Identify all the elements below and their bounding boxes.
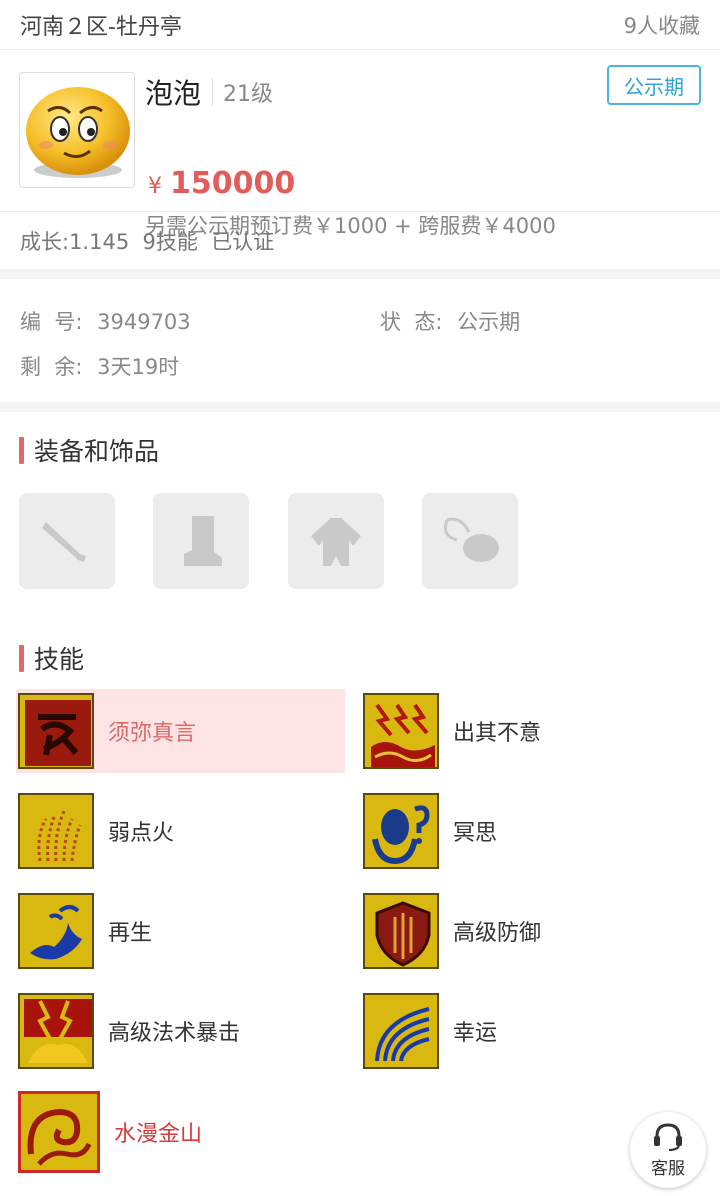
status-label: 状 态: bbox=[380, 310, 443, 334]
advanced-defense-icon bbox=[363, 893, 439, 969]
header-bar: 河南２区-牡丹亭 9人收藏 bbox=[0, 0, 720, 50]
status-value: 公示期 bbox=[457, 310, 521, 334]
equipment-slot-armor[interactable] bbox=[288, 493, 384, 589]
skill-item[interactable]: 出其不意 bbox=[361, 689, 691, 773]
sumeru-mantra-icon bbox=[18, 693, 94, 769]
skill-label: 须弥真言 bbox=[108, 721, 197, 746]
divider bbox=[0, 402, 720, 412]
status-badge: 公示期 bbox=[607, 65, 701, 105]
customer-service-button[interactable]: 客服 bbox=[630, 1112, 706, 1188]
customer-service-label: 客服 bbox=[651, 1158, 685, 1179]
title-marker bbox=[19, 436, 24, 464]
skill-item[interactable]: 高级防御 bbox=[361, 889, 691, 973]
skill-item[interactable]: 须弥真言 bbox=[16, 689, 345, 773]
skill-label: 出其不意 bbox=[453, 721, 542, 746]
title-marker bbox=[19, 644, 24, 672]
divider bbox=[0, 269, 720, 279]
advanced-magic-crit-icon bbox=[18, 993, 94, 1069]
skill-item[interactable]: 弱点火 bbox=[16, 789, 346, 873]
meditation-icon bbox=[363, 793, 439, 869]
skill-item[interactable]: 冥思 bbox=[361, 789, 691, 873]
headset-icon bbox=[654, 1122, 682, 1151]
pet-growth-summary: 成长:1.145 9技能 已认证 bbox=[0, 211, 720, 269]
weapon-icon bbox=[42, 522, 86, 562]
divider bbox=[212, 78, 213, 106]
skill-item[interactable]: 高级法术暴击 bbox=[16, 989, 346, 1073]
bubble-face-icon bbox=[26, 87, 130, 178]
luck-icon bbox=[363, 993, 439, 1069]
remaining-row: 剩 余: 3天19时 bbox=[20, 351, 179, 381]
armor-icon bbox=[311, 518, 361, 566]
price: ¥150000 bbox=[148, 166, 295, 201]
skills-title: 技能 bbox=[34, 645, 85, 674]
equipment-slot-weapon[interactable] bbox=[19, 493, 115, 589]
remaining-label: 剩 余: bbox=[20, 355, 83, 379]
id-row: 编 号: 3949703 bbox=[20, 306, 191, 336]
skill-label: 再生 bbox=[108, 921, 153, 946]
skill-label: 弱点火 bbox=[108, 821, 175, 846]
growth-text: 成长:1.145 9技能 已认证 bbox=[20, 229, 275, 254]
pet-avatar[interactable] bbox=[19, 72, 135, 188]
skills-section-title: 技能 bbox=[19, 640, 84, 676]
skill-label: 幸运 bbox=[453, 1021, 498, 1046]
equipment-slot-boots[interactable] bbox=[153, 493, 249, 589]
currency-symbol: ¥ bbox=[148, 174, 162, 199]
flood-golden-mountain-icon bbox=[18, 1091, 100, 1173]
price-value: 150000 bbox=[170, 166, 296, 201]
skill-item[interactable]: 幸运 bbox=[361, 989, 691, 1073]
id-label: 编 号: bbox=[20, 310, 83, 334]
regeneration-icon bbox=[18, 893, 94, 969]
pet-name: 泡泡 bbox=[145, 77, 202, 110]
skill-label: 冥思 bbox=[453, 821, 498, 846]
equipment-slot-pendant[interactable] bbox=[422, 493, 518, 589]
boot-icon bbox=[184, 516, 222, 566]
equipment-title: 装备和饰品 bbox=[34, 437, 160, 466]
skill-item[interactable]: 水漫金山 bbox=[16, 1088, 346, 1176]
skill-label: 高级防御 bbox=[453, 921, 542, 946]
server-name: 河南２区-牡丹亭 bbox=[20, 14, 182, 40]
equipment-section-title: 装备和饰品 bbox=[19, 432, 159, 468]
fire-weakness-icon bbox=[18, 793, 94, 869]
id-value: 3949703 bbox=[97, 310, 191, 334]
info-panel: 编 号: 3949703 状 态: 公示期 剩 余: 3天19时 bbox=[0, 279, 720, 402]
favorite-count[interactable]: 9人收藏 bbox=[624, 10, 700, 40]
skill-item[interactable]: 再生 bbox=[16, 889, 346, 973]
status-row: 状 态: 公示期 bbox=[380, 306, 520, 336]
surprise-attack-icon bbox=[363, 693, 439, 769]
skill-label: 高级法术暴击 bbox=[108, 1021, 241, 1046]
skill-label: 水漫金山 bbox=[114, 1122, 203, 1147]
pet-level: 21级 bbox=[223, 82, 273, 107]
pendant-icon bbox=[443, 517, 499, 562]
remaining-value: 3天19时 bbox=[97, 355, 180, 379]
pet-summary: 泡泡 21级 公示期 ¥150000 另需公示期预订费￥1000 + 跨服费￥4… bbox=[0, 50, 720, 238]
